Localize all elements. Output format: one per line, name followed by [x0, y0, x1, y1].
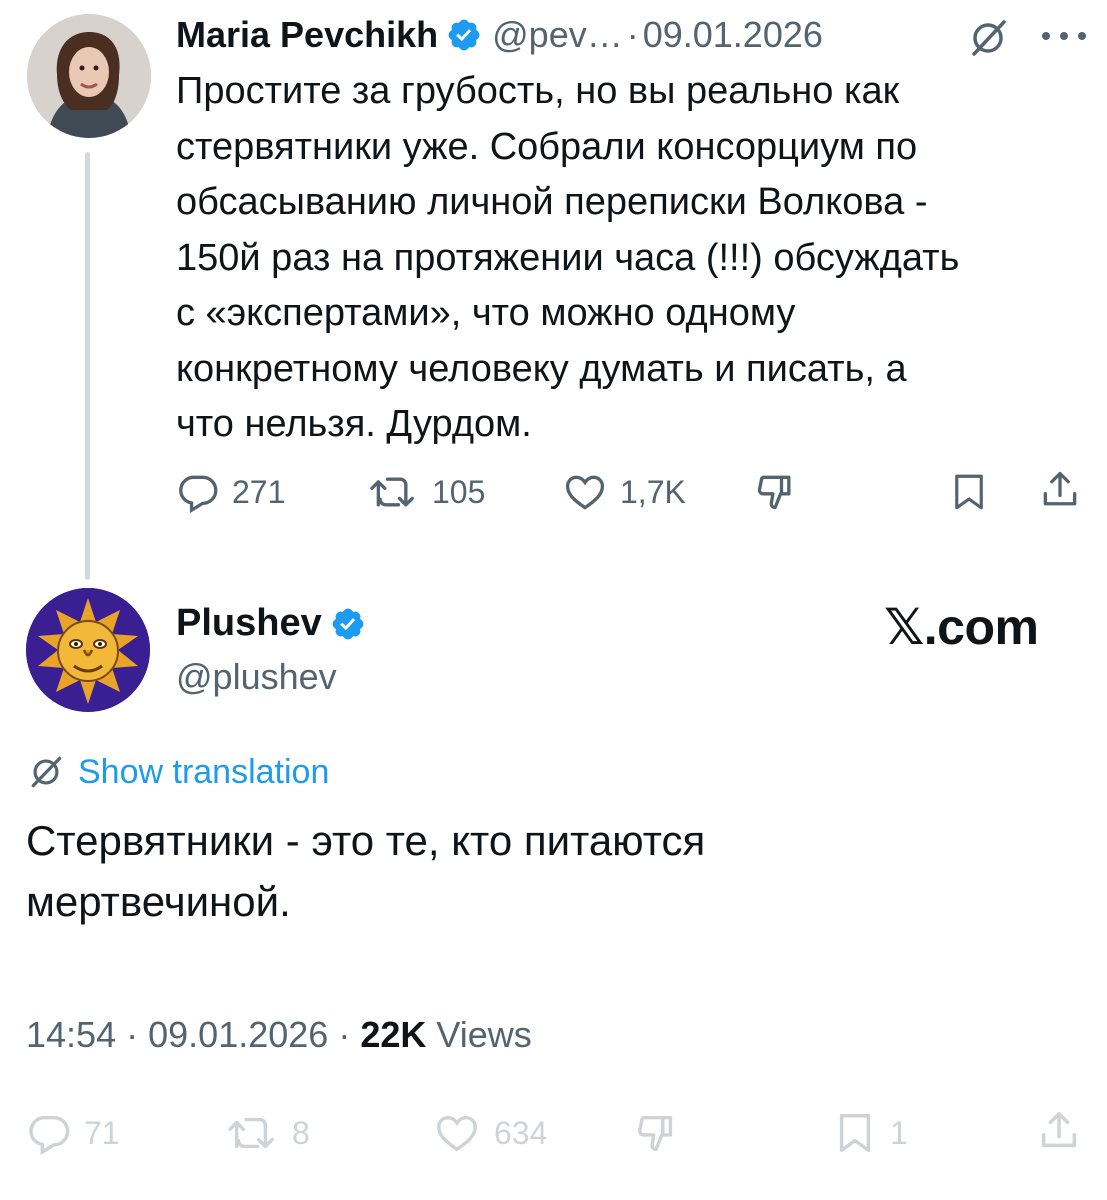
like-icon	[437, 1115, 477, 1152]
repost-icon	[228, 1117, 274, 1149]
parent-tweet-text: Простите за грубость, но вы реально как …	[176, 70, 960, 445]
like-icon	[565, 475, 605, 510]
bookmark-count: 1	[890, 1114, 908, 1151]
like-button[interactable]: 1,7K	[562, 470, 686, 514]
repost-count: 8	[292, 1114, 310, 1151]
like-count: 634	[494, 1114, 548, 1151]
meta-separator: ·	[338, 1014, 351, 1055]
reply-count: 71	[84, 1114, 120, 1151]
meta-separator: ·	[126, 1014, 139, 1055]
reply-button[interactable]: 271	[176, 470, 285, 514]
like-count: 1,7K	[620, 473, 686, 510]
avatar-image	[27, 14, 151, 138]
translate-icon	[31, 756, 62, 788]
verified-badge-icon	[332, 608, 364, 639]
verified-badge-icon	[448, 19, 480, 51]
dislike-icon	[638, 1115, 673, 1152]
main-author-name[interactable]: Plushev	[176, 602, 322, 645]
main-tweet-text: Стервятники - это те, кто питаются мертв…	[26, 817, 706, 925]
avatar-image	[26, 588, 150, 712]
avatar-plushev[interactable]	[26, 588, 150, 712]
bookmark-icon	[955, 474, 983, 510]
dislike-button[interactable]	[752, 470, 800, 514]
views-count: 22K	[360, 1014, 427, 1055]
avatar-maria-pevchikh[interactable]	[27, 14, 151, 138]
translate-icon[interactable]	[966, 16, 1010, 60]
reply-button[interactable]: 71	[26, 1110, 120, 1156]
main-author-row: Plushev	[176, 602, 376, 645]
bookmark-button[interactable]: 1	[832, 1110, 908, 1156]
share-icon	[1043, 471, 1077, 506]
reply-icon	[29, 1115, 70, 1156]
share-button[interactable]	[1038, 468, 1082, 512]
parent-tweet-header: Maria Pevchikh @pev… · 09.01.2026	[176, 12, 823, 58]
bookmark-button[interactable]	[948, 470, 990, 514]
bookmark-icon	[839, 1114, 871, 1152]
repost-icon	[370, 477, 414, 507]
reply-icon	[179, 475, 218, 514]
parent-author-name[interactable]: Maria Pevchikh	[176, 14, 438, 56]
repost-button[interactable]: 8	[224, 1110, 310, 1156]
thread-connector-line	[85, 152, 90, 580]
xcom-watermark: 𝕏.com	[884, 599, 1039, 655]
parent-author-handle[interactable]: @pev…	[492, 14, 623, 56]
reply-count: 271	[232, 473, 286, 510]
share-icon	[1041, 1112, 1077, 1148]
share-button[interactable]	[1036, 1108, 1082, 1154]
main-author-handle[interactable]: @plushev	[176, 656, 337, 698]
repost-count: 105	[432, 473, 486, 510]
tweet-date[interactable]: 09.01.2026	[148, 1014, 328, 1055]
parent-tweet-date[interactable]: 09.01.2026	[643, 14, 823, 56]
repost-button[interactable]: 105	[366, 470, 485, 514]
tweet-time[interactable]: 14:54	[26, 1014, 116, 1055]
dislike-icon	[757, 475, 791, 510]
tweet-meta-row: 14:54 · 09.01.2026 · 22K Views	[26, 1014, 532, 1056]
more-options-icon[interactable]	[1040, 30, 1088, 42]
like-button[interactable]: 634	[432, 1110, 547, 1156]
show-translation-label: Show translation	[78, 752, 330, 791]
dislike-button[interactable]	[632, 1110, 682, 1156]
header-separator: ·	[626, 14, 639, 55]
show-translation-link[interactable]: Show translation	[26, 752, 329, 792]
views-label: Views	[436, 1014, 532, 1055]
